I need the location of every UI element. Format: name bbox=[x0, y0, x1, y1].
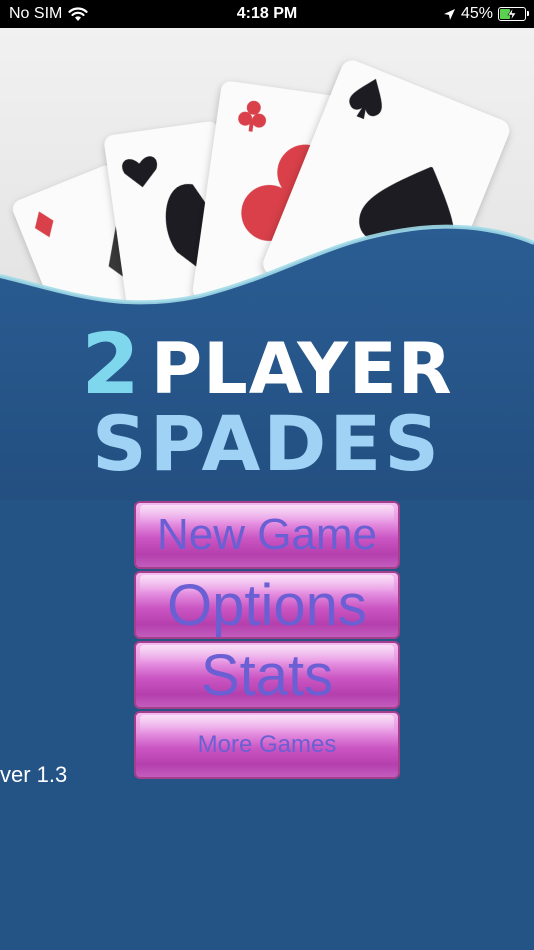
stats-label: Stats bbox=[200, 642, 334, 708]
status-bar: No SIM 4:18 PM 45% bbox=[0, 0, 534, 28]
carrier-label: No SIM bbox=[9, 5, 63, 22]
battery-charging-icon bbox=[498, 7, 529, 21]
new-game-label: New Game bbox=[156, 510, 378, 559]
status-left: No SIM bbox=[9, 5, 88, 23]
more-games-button[interactable]: More Games bbox=[134, 711, 400, 779]
version-label: ver 1.3 bbox=[0, 762, 68, 787]
battery-nub bbox=[527, 11, 529, 16]
new-game-button[interactable]: New Game bbox=[134, 501, 400, 569]
battery-percent: 45% bbox=[460, 5, 493, 22]
game-logo: 2 PLAYER SPADES bbox=[0, 318, 534, 486]
logo-word-spades: SPADES bbox=[91, 399, 443, 488]
wifi-icon bbox=[68, 6, 88, 21]
options-label: Options bbox=[167, 572, 367, 638]
stats-button[interactable]: Stats bbox=[134, 641, 400, 709]
more-games-label: More Games bbox=[197, 731, 337, 758]
options-button[interactable]: Options bbox=[134, 571, 400, 639]
status-right: 45% bbox=[443, 5, 529, 23]
location-arrow-icon bbox=[443, 8, 455, 20]
charging-bolt-icon bbox=[507, 8, 517, 20]
logo-word-player: PLAYER bbox=[150, 328, 453, 410]
logo-line-one: 2 PLAYER bbox=[0, 322, 534, 411]
